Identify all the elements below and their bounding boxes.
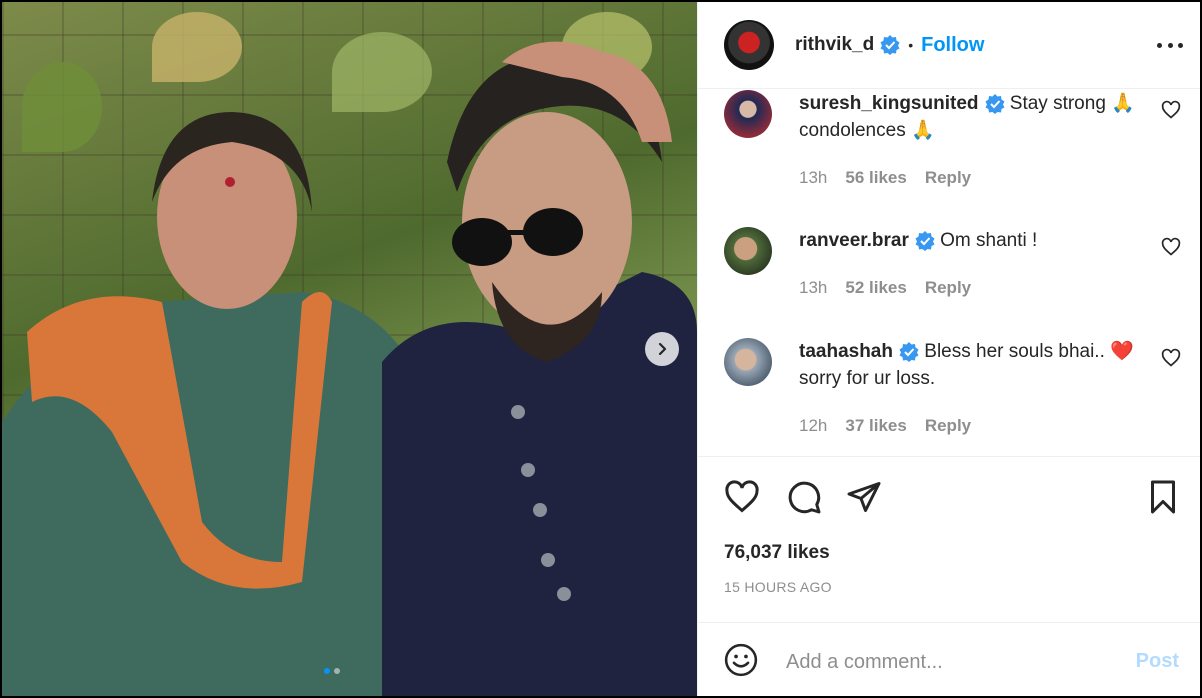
comments-list[interactable]: suresh_kingsunited Stay strong 🙏 condole… <box>698 89 1200 455</box>
bookmark-icon[interactable] <box>1145 479 1181 515</box>
commenter-avatar[interactable] <box>724 338 772 386</box>
author-avatar[interactable] <box>724 20 774 70</box>
verified-badge-icon <box>880 35 900 55</box>
commenter-avatar[interactable] <box>724 90 772 138</box>
heart-icon[interactable] <box>724 479 760 515</box>
comment-heart-icon[interactable] <box>1161 348 1181 368</box>
post-side-panel: rithvik_d • Follow suresh_kingsunited St… <box>697 2 1200 696</box>
share-icon[interactable] <box>846 479 882 515</box>
verified-badge-icon <box>985 93 1004 114</box>
comment-meta: 13h 52 likes Reply <box>799 278 989 298</box>
post-photo[interactable] <box>2 2 697 696</box>
verified-badge-icon <box>899 341 919 362</box>
post-comment-button[interactable]: Post <box>1136 650 1179 673</box>
carousel-dot <box>334 668 340 674</box>
reply-button[interactable]: Reply <box>925 168 971 188</box>
carousel-indicator <box>324 668 340 674</box>
comment-time: 13h <box>799 168 828 187</box>
comment-body: suresh_kingsunited Stay strong 🙏 condole… <box>799 90 1139 144</box>
comment-time: 13h <box>799 278 828 297</box>
reply-button[interactable]: Reply <box>925 278 971 298</box>
comment-time: 12h <box>799 416 828 435</box>
comment-heart-icon[interactable] <box>1161 100 1181 120</box>
more-dot <box>1157 42 1162 48</box>
follow-button[interactable]: Follow <box>921 34 984 57</box>
comment-likes[interactable]: 52 likes <box>845 278 906 298</box>
comment-heart-icon[interactable] <box>1161 237 1181 257</box>
author-username[interactable]: rithvik_d <box>795 34 874 56</box>
comment-likes[interactable]: 56 likes <box>845 168 906 188</box>
commenter-username[interactable]: suresh_kingsunited <box>799 93 979 114</box>
next-arrow-icon <box>658 342 667 356</box>
comment-meta: 12h 37 likes Reply <box>799 416 989 436</box>
header-separator: • <box>908 37 914 53</box>
post-header: rithvik_d • Follow <box>698 2 1200 89</box>
next-photo-button[interactable] <box>645 332 679 366</box>
commenter-avatar[interactable] <box>724 227 772 275</box>
comment-likes[interactable]: 37 likes <box>845 416 906 436</box>
more-options-icon[interactable] <box>1157 32 1183 58</box>
comment-meta: 13h 56 likes Reply <box>799 168 989 188</box>
comment-body: taahashah Bless her souls bhai.. ❤️sorry… <box>799 338 1139 392</box>
comment-composer: Post <box>698 622 1200 696</box>
comment-body: ranveer.brar Om shanti ! <box>799 227 1139 254</box>
commenter-username[interactable]: ranveer.brar <box>799 230 909 251</box>
instagram-post-modal: rithvik_d • Follow suresh_kingsunited St… <box>2 2 1200 696</box>
post-time[interactable]: 15 HOURS AGO <box>724 579 832 595</box>
emoji-icon[interactable] <box>724 643 758 677</box>
verified-badge-icon <box>915 230 935 251</box>
comment-input[interactable] <box>784 645 1118 679</box>
comment-icon[interactable] <box>786 479 822 515</box>
likes-count[interactable]: 76,037 likes <box>724 542 830 564</box>
more-dot <box>1178 42 1183 48</box>
photo-people <box>2 41 697 696</box>
reply-button[interactable]: Reply <box>925 416 971 436</box>
commenter-username[interactable]: taahashah <box>799 341 893 362</box>
carousel-dot <box>324 668 330 674</box>
comment-text: Om shanti ! <box>940 230 1038 251</box>
more-dot <box>1167 42 1173 48</box>
